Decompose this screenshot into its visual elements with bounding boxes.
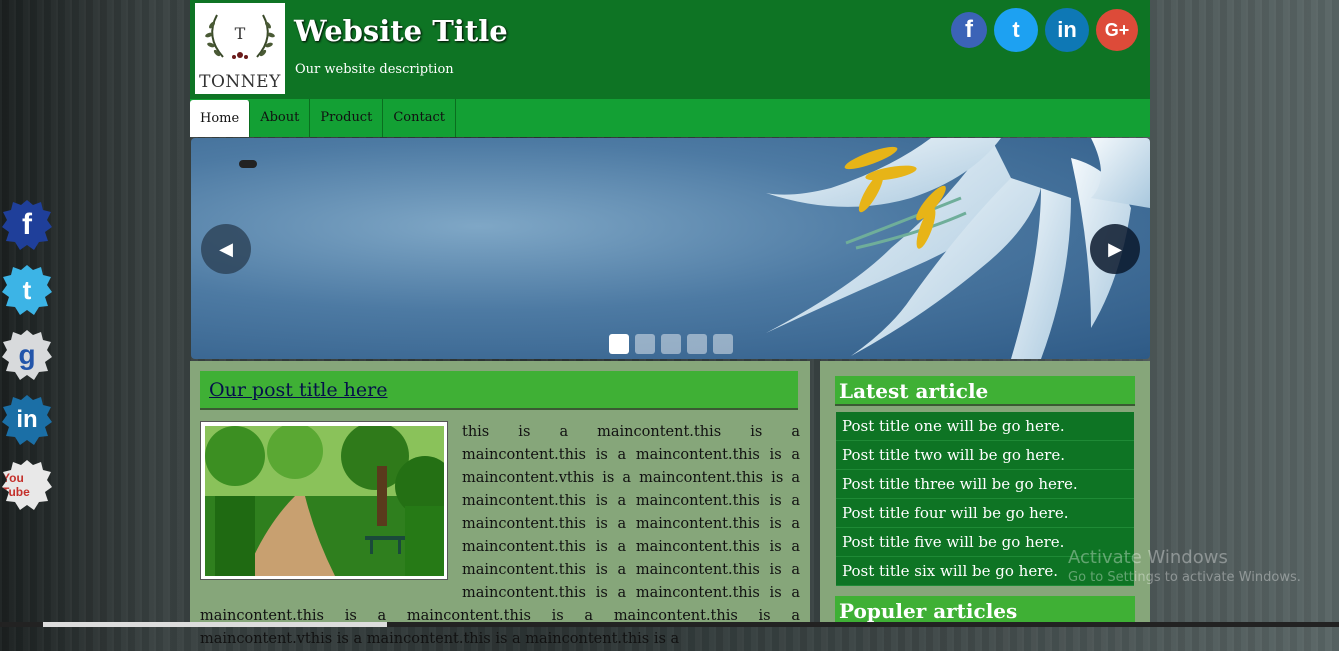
side-linkedin-icon[interactable]: in — [2, 395, 52, 445]
nav-home[interactable]: Home — [190, 100, 251, 137]
side-twitter-icon[interactable]: t — [2, 265, 52, 315]
sidebar: Latest article Post title one will be go… — [820, 361, 1150, 627]
slider-indicator — [239, 160, 257, 168]
linkedin-icon[interactable]: in — [1045, 8, 1089, 52]
slider-dot-2[interactable] — [635, 334, 655, 354]
watermark-line-2: Go to Settings to activate Windows. — [1068, 570, 1301, 585]
side-facebook-icon[interactable]: f — [2, 200, 52, 250]
slider-dot-5[interactable] — [713, 334, 733, 354]
post-title-link[interactable]: Our post title here — [209, 379, 387, 401]
nav-contact[interactable]: Contact — [383, 99, 456, 137]
slider-dots — [609, 334, 733, 354]
activate-windows-watermark: Activate Windows Go to Settings to activ… — [1068, 547, 1301, 585]
slider-next-button[interactable]: ▶ — [1090, 224, 1140, 274]
page-wrapper: T TONNEY Website Title Our website descr… — [190, 0, 1150, 647]
slider-dot-3[interactable] — [661, 334, 681, 354]
main-content: Our post title here this is a mainconten… — [190, 361, 810, 647]
site-header: T TONNEY Website Title Our website descr… — [190, 0, 1150, 99]
latest-article-item[interactable]: Post title four will be go here. — [836, 499, 1134, 528]
latest-article-heading: Latest article — [835, 376, 1135, 406]
slider-dot-4[interactable] — [687, 334, 707, 354]
side-google-icon[interactable]: g — [2, 330, 52, 380]
park-path-image — [205, 426, 444, 576]
header-social-icons: f t in G+ — [951, 8, 1138, 52]
side-youtube-icon[interactable]: You Tube — [2, 460, 52, 510]
facebook-icon[interactable]: f — [951, 12, 987, 48]
post-image[interactable] — [200, 421, 448, 580]
twitter-icon[interactable]: t — [994, 8, 1038, 52]
post-title-bar: Our post title here — [200, 371, 798, 410]
latest-article-item[interactable]: Post title three will be go here. — [836, 470, 1134, 499]
main-nav: Home About Product Contact — [190, 99, 1150, 137]
site-description: Our website description — [295, 62, 454, 77]
watermark-line-1: Activate Windows — [1068, 547, 1228, 568]
logo-text: TONNEY — [199, 72, 281, 92]
horizontal-scrollbar-thumb[interactable] — [43, 622, 387, 627]
lily-flower-image — [766, 138, 1150, 359]
site-title[interactable]: Website Title — [294, 14, 508, 48]
image-slider: ◀ ▶ — [191, 138, 1150, 359]
latest-article-item[interactable]: Post title one will be go here. — [836, 412, 1134, 441]
google-plus-icon[interactable]: G+ — [1096, 9, 1138, 51]
nav-about[interactable]: About — [250, 99, 311, 137]
slider-prev-button[interactable]: ◀ — [201, 224, 251, 274]
latest-article-item[interactable]: Post title two will be go here. — [836, 441, 1134, 470]
svg-text:T: T — [235, 24, 246, 43]
laurel-wreath-icon: T — [205, 14, 275, 59]
slider-dot-1[interactable] — [609, 334, 629, 354]
nav-product[interactable]: Product — [310, 99, 384, 137]
site-logo[interactable]: T TONNEY — [195, 3, 285, 94]
